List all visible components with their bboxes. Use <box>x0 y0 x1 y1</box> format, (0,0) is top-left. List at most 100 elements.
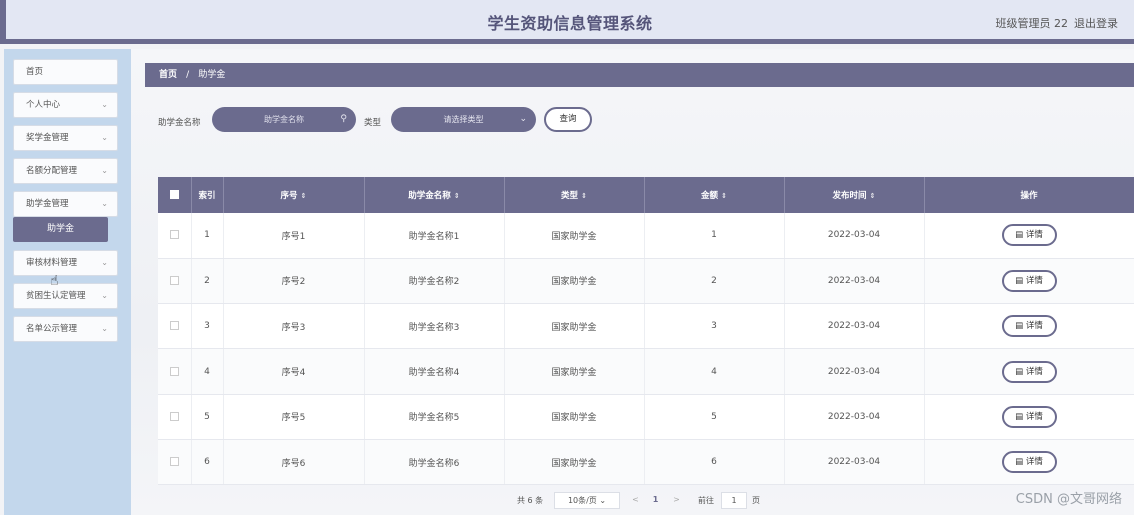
sidebar-item-quota[interactable]: 名额分配管理 ⌄ <box>13 158 118 184</box>
detail-button[interactable]: ▤ 详情 <box>1001 269 1057 292</box>
grant-name-label: 助学金名称 <box>158 118 201 128</box>
header-label: 助学金名称 <box>408 191 451 201</box>
logout-link[interactable]: 退出登录 <box>1074 15 1118 31</box>
sidebar-item-grant[interactable]: 助学金管理 ⌄ <box>13 191 118 217</box>
chevron-down-icon: ⌄ <box>519 114 527 124</box>
column-header-index: 索引 <box>191 177 224 213</box>
sidebar-item-personal-center[interactable]: 个人中心 ⌄ <box>13 92 118 118</box>
cell-amount: 1 <box>644 213 785 259</box>
document-icon: ▤ <box>1015 411 1026 422</box>
detail-button-label: 详情 <box>1025 275 1043 286</box>
cell-index: 5 <box>191 394 224 440</box>
grant-table: 索引 序号 ⇕ 助学金名称 ⇕ 类型 ⇕ 金额 ⇕ 发布时间 ⇕ 操作 1 序号1 助学金… <box>158 177 1134 486</box>
type-select[interactable]: 请选择类型 ⌄ <box>391 107 536 132</box>
sidebar-item-scholarship[interactable]: 奖学金管理 ⌄ <box>13 125 118 151</box>
detail-button[interactable]: ▤ 详情 <box>1001 315 1057 338</box>
sidebar-item-home[interactable]: 首页 <box>13 59 118 85</box>
row-checkbox-cell <box>158 348 192 395</box>
select-all-checkbox[interactable] <box>169 190 179 199</box>
chevron-down-icon: ⌄ <box>101 199 108 208</box>
row-checkbox[interactable] <box>169 411 179 421</box>
detail-button-label: 详情 <box>1025 230 1043 241</box>
sidebar-item-list-publicity[interactable]: 名单公示管理 ⌄ <box>13 316 118 342</box>
detail-button[interactable]: ▤ 详情 <box>1001 360 1057 383</box>
sidebar-subitem-grant[interactable]: 助学金 <box>13 217 108 242</box>
sort-icon: ⇕ <box>869 192 876 200</box>
detail-button[interactable]: ▤ 详情 <box>1001 224 1057 247</box>
chevron-down-icon: ⌄ <box>101 258 108 267</box>
cell-date: 2022-03-04 <box>784 394 925 440</box>
cell-date: 2022-03-04 <box>784 258 925 305</box>
sidebar-item-review-materials[interactable]: 审核材料管理 ⌄ <box>13 250 118 276</box>
column-header-amount[interactable]: 金额 ⇕ <box>644 177 785 213</box>
column-header-action: 操作 <box>924 177 1134 213</box>
sidebar-item-label: 贫困生认定管理 <box>26 291 86 301</box>
prev-page-button[interactable]: < <box>628 492 643 509</box>
cell-type: 国家助学金 <box>504 258 645 305</box>
page-size-value: 10条/页 <box>567 496 597 505</box>
watermark: CSDN @文哥网络 <box>1015 492 1122 507</box>
cell-index: 2 <box>191 258 224 305</box>
cell-amount: 3 <box>644 303 785 350</box>
sidebar-item-label: 审核材料管理 <box>26 258 78 268</box>
sort-icon: ⇕ <box>300 192 307 200</box>
row-checkbox-cell <box>158 258 192 305</box>
cell-amount: 4 <box>644 348 785 395</box>
document-icon: ▤ <box>1015 230 1026 241</box>
page-size-select[interactable]: 10条/页 ⌄ <box>554 492 620 509</box>
top-header: 学生资助信息管理系统 班级管理员 22 退出登录 <box>0 0 1134 44</box>
row-checkbox[interactable] <box>169 275 179 285</box>
column-header-date[interactable]: 发布时间 ⇕ <box>784 177 925 213</box>
cell-amount: 6 <box>644 439 785 486</box>
row-checkbox[interactable] <box>169 321 179 331</box>
row-checkbox[interactable] <box>169 366 179 376</box>
chevron-down-icon: ⌄ <box>101 324 108 333</box>
breadcrumb-home[interactable]: 首页 <box>159 70 177 80</box>
detail-button-label: 详情 <box>1025 457 1043 468</box>
cell-serial: 序号3 <box>223 303 365 350</box>
header-label: 金额 <box>701 191 719 201</box>
cell-name: 助学金名称3 <box>364 303 505 350</box>
header-label: 索引 <box>198 191 216 201</box>
detail-button-label: 详情 <box>1025 411 1043 422</box>
sidebar-item-label: 名额分配管理 <box>26 166 78 176</box>
chevron-down-icon: ⌄ <box>101 133 108 142</box>
row-checkbox[interactable] <box>169 457 179 467</box>
cell-name: 助学金名称4 <box>364 348 505 395</box>
select-all-header <box>158 177 192 213</box>
column-header-serial[interactable]: 序号 ⇕ <box>223 177 365 213</box>
app-title: 学生资助信息管理系统 <box>487 14 653 33</box>
page-number-current[interactable]: 1 <box>648 492 663 509</box>
table-row: 1 序号1 助学金名称1 国家助学金 1 2022-03-04 ▤ 详情 <box>158 213 1134 259</box>
document-icon: ▤ <box>1015 321 1026 332</box>
cell-type: 国家助学金 <box>504 348 645 395</box>
cell-action: ▤ 详情 <box>924 348 1134 395</box>
next-page-button[interactable]: > <box>669 492 684 509</box>
chevron-down-icon: ⌄ <box>101 291 108 300</box>
cell-amount: 5 <box>644 394 785 440</box>
pagination-total: 共 6 条 <box>517 496 544 505</box>
cell-action: ▤ 详情 <box>924 213 1134 259</box>
cell-action: ▤ 详情 <box>924 303 1134 350</box>
detail-button[interactable]: ▤ 详情 <box>1001 405 1057 428</box>
column-header-type[interactable]: 类型 ⇕ <box>504 177 645 213</box>
sort-icon: ⇕ <box>721 192 727 200</box>
detail-button-label: 详情 <box>1025 321 1043 332</box>
cell-type: 国家助学金 <box>504 394 645 440</box>
query-button[interactable]: 查询 <box>544 107 592 132</box>
row-checkbox[interactable] <box>169 230 179 240</box>
cell-serial: 序号2 <box>223 258 365 305</box>
cell-date: 2022-03-04 <box>784 213 925 259</box>
grant-name-input[interactable] <box>212 107 356 132</box>
chevron-down-icon: ⌄ <box>101 100 108 109</box>
detail-button[interactable]: ▤ 详情 <box>1001 451 1057 474</box>
table-row: 6 序号6 助学金名称6 国家助学金 6 2022-03-04 ▤ 详情 <box>158 439 1134 486</box>
sidebar-item-poverty-identification[interactable]: 贫困生认定管理 ⌄ <box>13 283 118 309</box>
cell-action: ▤ 详情 <box>924 394 1134 440</box>
column-header-name[interactable]: 助学金名称 ⇕ <box>364 177 505 213</box>
row-checkbox-cell <box>158 439 192 486</box>
cell-date: 2022-03-04 <box>784 439 925 486</box>
goto-page-input[interactable]: 1 <box>721 492 747 509</box>
header-label: 类型 <box>561 191 579 201</box>
cell-action: ▤ 详情 <box>924 439 1134 486</box>
